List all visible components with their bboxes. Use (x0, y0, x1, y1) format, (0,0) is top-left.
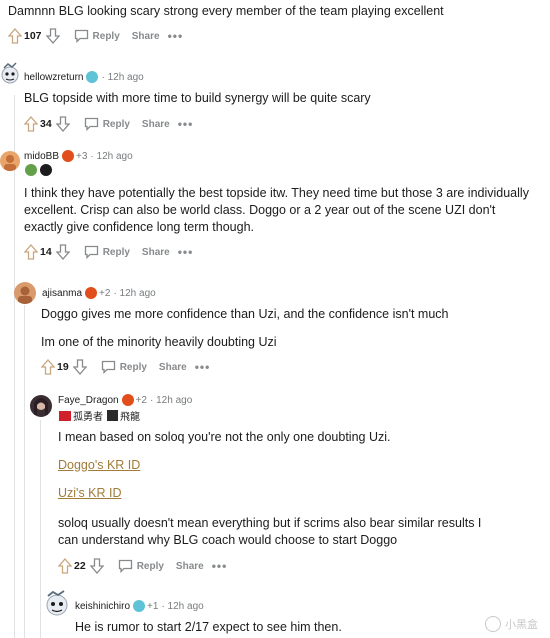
comment-icon (118, 559, 132, 573)
comment-actions: 22 Reply Share ••• (58, 556, 227, 576)
flair-text: 飛龍 (120, 412, 140, 423)
flair-badge-icon (25, 164, 37, 176)
upvote-icon[interactable] (8, 28, 22, 44)
vote-count: 14 (40, 246, 52, 258)
downvote-icon[interactable] (72, 359, 87, 375)
flair-icon (85, 287, 98, 299)
share-button[interactable]: Share (142, 119, 170, 130)
comment-meta: ajisanma +2 · 12h ago (42, 287, 156, 299)
upvote-icon[interactable] (24, 116, 38, 132)
share-button[interactable]: Share (159, 362, 187, 373)
vote-count: 107 (24, 30, 42, 42)
comment-body: I think they have potentially the best t… (24, 186, 529, 234)
reply-button[interactable]: Reply (101, 360, 147, 374)
comment-body: I mean based on soloq you're not the onl… (58, 430, 391, 444)
more-options-icon[interactable]: ••• (168, 29, 184, 43)
comment-icon (84, 117, 98, 131)
vote-count: 22 (74, 560, 86, 572)
share-button[interactable]: Share (132, 31, 160, 42)
reply-button[interactable]: Reply (74, 29, 120, 43)
reply-label: Reply (102, 246, 130, 258)
more-options-icon[interactable]: ••• (178, 117, 194, 131)
timestamp: · 12h ago (161, 600, 204, 612)
user-flairs: 孤勇者 飛龍 (59, 408, 140, 423)
comment-icon (84, 245, 98, 259)
timestamp: · 12h ago (150, 394, 193, 406)
snoo-icon (86, 71, 99, 83)
flair-count: +2 (135, 394, 147, 406)
reply-label: Reply (136, 560, 164, 572)
flair-badge-icon (59, 410, 71, 421)
thread-line[interactable] (24, 305, 25, 638)
avatar[interactable] (44, 590, 70, 618)
flair-text: 孤勇者 (73, 412, 103, 423)
more-options-icon[interactable]: ••• (195, 360, 211, 374)
downvote-icon[interactable] (55, 244, 70, 260)
comment-actions: 19 Reply Share ••• (41, 357, 210, 377)
comment-body: Im one of the minority heavily doubting … (41, 335, 277, 349)
reply-label: Reply (102, 118, 130, 130)
comment-body: Damnnn BLG looking scary strong every me… (8, 4, 444, 18)
downvote-icon[interactable] (55, 116, 70, 132)
flair-icon (121, 394, 134, 406)
doggo-kr-id-link[interactable]: Doggo's KR ID (58, 458, 140, 472)
vote-count: 19 (57, 361, 69, 373)
reply-label: Reply (119, 361, 147, 373)
share-button[interactable]: Share (176, 561, 204, 572)
share-button[interactable]: Share (142, 247, 170, 258)
comment-body: BLG topside with more time to build syne… (24, 91, 371, 105)
comment-body: Doggo gives me more confidence than Uzi,… (41, 307, 449, 321)
flair-count: +3 (76, 150, 88, 162)
downvote-icon[interactable] (45, 28, 60, 44)
watermark-logo-icon (485, 616, 501, 632)
reply-button[interactable]: Reply (84, 245, 130, 259)
upvote-icon[interactable] (58, 558, 72, 574)
avatar[interactable] (30, 395, 52, 417)
user-flairs (25, 164, 52, 176)
watermark: 小黑盒 (485, 616, 538, 632)
vote-count: 34 (40, 118, 52, 130)
username[interactable]: Faye_Dragon (58, 395, 119, 406)
upvote-icon[interactable] (41, 359, 55, 375)
snoo-icon (133, 600, 146, 612)
upvote-icon[interactable] (24, 244, 38, 260)
username[interactable]: hellowzreturn (24, 72, 83, 83)
flair-badge-icon (40, 164, 52, 176)
comment-body: He is rumor to start 2/17 expect to see … (75, 620, 342, 634)
flair-count: +1 (147, 600, 159, 612)
uzi-kr-id-link[interactable]: Uzi's KR ID (58, 486, 122, 500)
username[interactable]: keishinichiro (75, 601, 130, 612)
watermark-text: 小黑盒 (505, 619, 538, 631)
username[interactable]: midoBB (24, 151, 59, 162)
comment-actions: 14 Reply Share ••• (24, 242, 193, 262)
username[interactable]: ajisanma (42, 288, 82, 299)
flair-badge-icon (107, 410, 118, 421)
reply-button[interactable]: Reply (118, 559, 164, 573)
timestamp: · 12h ago (101, 71, 144, 83)
comment-actions: 107 Reply Share ••• (8, 26, 183, 46)
reply-button[interactable]: Reply (84, 117, 130, 131)
thread-line[interactable] (14, 95, 15, 638)
avatar[interactable] (0, 151, 20, 171)
avatar[interactable] (0, 61, 20, 87)
comment-actions: 34 Reply Share ••• (24, 114, 193, 134)
reply-label: Reply (92, 30, 120, 42)
timestamp: · 12h ago (90, 150, 133, 162)
downvote-icon[interactable] (89, 558, 104, 574)
comment-meta: midoBB +3 · 12h ago (24, 150, 133, 162)
more-options-icon[interactable]: ••• (212, 559, 228, 573)
more-options-icon[interactable]: ••• (178, 245, 194, 259)
comment-meta: hellowzreturn · 12h ago (24, 71, 144, 83)
comment-meta: Faye_Dragon +2 · 12h ago (58, 394, 192, 406)
thread-line[interactable] (40, 420, 41, 638)
avatar[interactable] (14, 282, 36, 304)
flair-count: +2 (99, 287, 111, 299)
comment-icon (74, 29, 88, 43)
comment-icon (101, 360, 115, 374)
comment-body: soloq usually doesn't mean everything bu… (58, 516, 482, 547)
timestamp: · 12h ago (113, 287, 156, 299)
comment-meta: keishinichiro +1 · 12h ago (75, 600, 204, 612)
flair-icon (62, 150, 75, 162)
